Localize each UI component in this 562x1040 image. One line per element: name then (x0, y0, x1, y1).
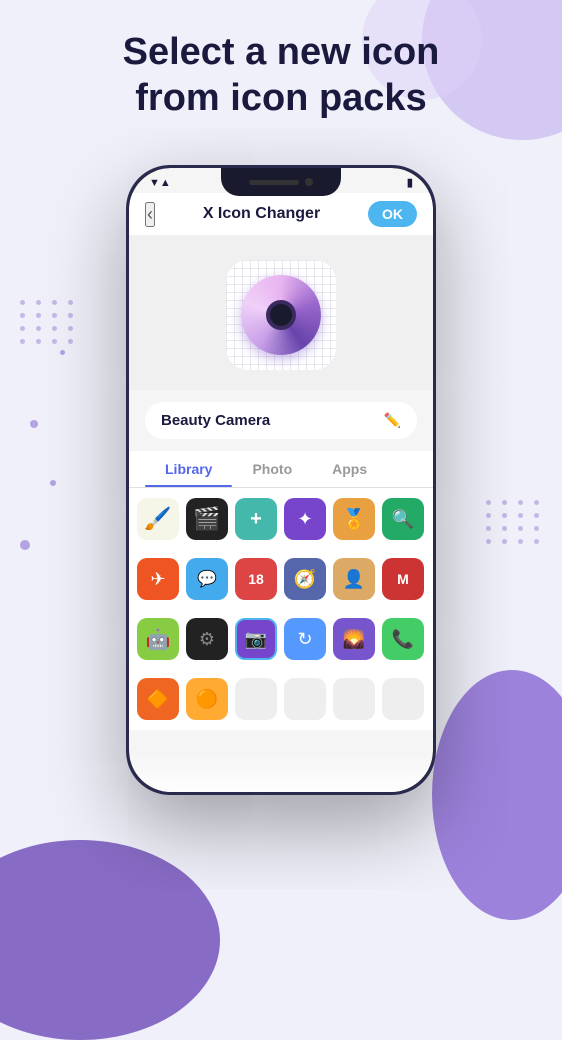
icon-compass[interactable]: 🧭 (284, 558, 326, 600)
ok-button[interactable]: OK (368, 201, 417, 227)
notch-camera (305, 178, 313, 186)
icon-brush[interactable]: 🖌️ (137, 498, 179, 540)
headline-line1: Select a new icon (123, 31, 440, 73)
app-icon-preview (241, 275, 321, 355)
deco-dot-3 (20, 540, 30, 550)
icon-row4-3[interactable] (235, 678, 277, 720)
notch-speaker (249, 180, 299, 185)
battery-icon: ▮ (407, 176, 413, 189)
icon-preview-area (129, 235, 433, 390)
icon-grid-row1: 🖌️ 🎬 + ✦ 🏅 🔍 (129, 488, 433, 550)
bg-dots-right (486, 500, 542, 544)
icon-number18[interactable]: 18 (235, 558, 277, 600)
edit-icon[interactable]: ✏️ (384, 412, 401, 429)
back-button[interactable]: ‹ (145, 202, 155, 227)
tab-library[interactable]: Library (145, 451, 232, 487)
bg-blob-bottom-left (0, 840, 220, 1040)
icon-row4-4[interactable] (284, 678, 326, 720)
icon-chat[interactable]: 💬 (186, 558, 228, 600)
icon-film[interactable]: 🎬 (186, 498, 228, 540)
app-name-text: Beauty Camera (161, 412, 270, 429)
phone-screen: ▼▲ 12:30 ▮ ‹ X Icon Changer OK Beauty Ca… (129, 168, 433, 792)
icon-row4-6[interactable] (382, 678, 424, 720)
icon-android[interactable]: 🤖 (137, 618, 179, 660)
status-right: ▮ (407, 176, 413, 189)
icon-grid-row4: 🔶 🟠 (129, 668, 433, 730)
headline: Select a new icon from icon packs (0, 30, 562, 121)
icon-settings-dark[interactable]: ⚙ (186, 618, 228, 660)
icon-phone[interactable]: 📞 (382, 618, 424, 660)
tab-apps[interactable]: Apps (312, 451, 387, 487)
icon-preview-box (226, 260, 336, 370)
tab-photo[interactable]: Photo (232, 451, 312, 487)
icon-star[interactable]: ✦ (284, 498, 326, 540)
app-icon-inner (266, 300, 296, 330)
phone-notch (221, 168, 341, 196)
app-name-field[interactable]: Beauty Camera ✏️ (145, 402, 417, 439)
bg-dots-left (20, 300, 76, 344)
icon-grid-row2: ✈ 💬 18 🧭 👤 M (129, 548, 433, 610)
icon-person[interactable]: 👤 (333, 558, 375, 600)
app-title: X Icon Changer (203, 205, 320, 223)
signal-icon: ▼▲ (149, 177, 171, 189)
bg-blob-bottom-right (432, 670, 562, 920)
icon-row4-1[interactable]: 🔶 (137, 678, 179, 720)
icon-landscape[interactable]: 🌄 (333, 618, 375, 660)
icon-row4-5[interactable] (333, 678, 375, 720)
icon-refresh[interactable]: ↻ (284, 618, 326, 660)
icon-camera-selected[interactable]: 📷 (235, 618, 277, 660)
phone-frame: ▼▲ 12:30 ▮ ‹ X Icon Changer OK Beauty Ca… (126, 165, 436, 795)
deco-dot-1 (30, 420, 38, 428)
icon-row4-2[interactable]: 🟠 (186, 678, 228, 720)
icon-search[interactable]: 🔍 (382, 498, 424, 540)
app-header: ‹ X Icon Changer OK (129, 193, 433, 235)
icon-grid-row3: 🤖 ⚙ 📷 ↻ 🌄 📞 (129, 608, 433, 670)
icon-plus[interactable]: + (235, 498, 277, 540)
icon-headphone[interactable]: M (382, 558, 424, 600)
icon-send[interactable]: ✈ (137, 558, 179, 600)
deco-dot-2 (50, 480, 56, 486)
bottom-fade (129, 752, 433, 792)
icon-award[interactable]: 🏅 (333, 498, 375, 540)
status-left: ▼▲ (149, 177, 171, 189)
headline-line2: from icon packs (135, 77, 426, 119)
tabs-bar: Library Photo Apps (129, 451, 433, 488)
deco-dot-4 (60, 350, 65, 355)
